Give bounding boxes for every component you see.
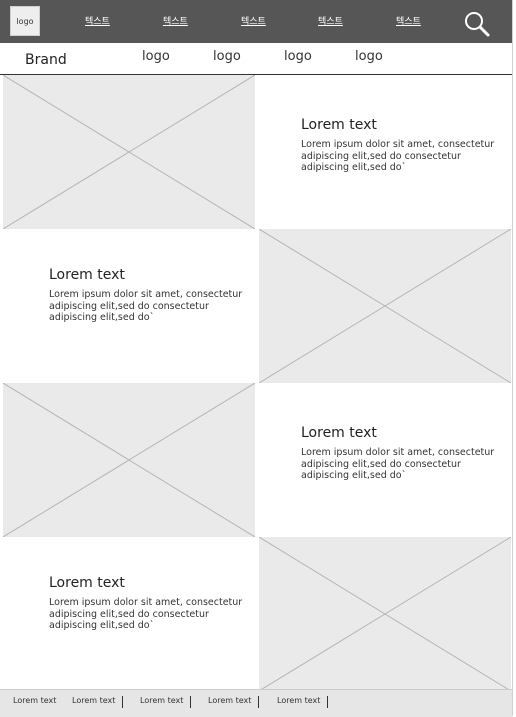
nav-link-1[interactable]: 텍스트 bbox=[85, 14, 110, 27]
partner-logo-1[interactable]: logo bbox=[142, 49, 170, 64]
content-row-2: Lorem text Lorem ipsum dolor sit amet, c… bbox=[0, 229, 512, 383]
footer-divider bbox=[327, 696, 328, 708]
nav-link-2[interactable]: 텍스트 bbox=[163, 14, 188, 27]
text-block: Lorem text Lorem ipsum dolor sit amet, c… bbox=[301, 117, 501, 174]
nav-link-3[interactable]: 텍스트 bbox=[241, 14, 266, 27]
page-edge-divider bbox=[512, 0, 513, 716]
header-logo[interactable]: logo bbox=[10, 6, 40, 36]
content-row-4: Lorem text Lorem ipsum dolor sit amet, c… bbox=[0, 537, 512, 691]
image-placeholder bbox=[259, 537, 511, 691]
partner-logo-2[interactable]: logo bbox=[213, 49, 241, 64]
partner-logo-4[interactable]: logo bbox=[355, 49, 383, 64]
section-title: Lorem text bbox=[49, 575, 125, 591]
section-body: Lorem ipsum dolor sit amet, consectetur … bbox=[301, 139, 495, 173]
footer-bar: Lorem text Lorem text Lorem text Lorem t… bbox=[0, 689, 512, 717]
footer-divider bbox=[258, 696, 259, 708]
footer-link-2[interactable]: Lorem text bbox=[72, 696, 115, 705]
search-icon[interactable] bbox=[463, 10, 491, 38]
nav-link-4[interactable]: 텍스트 bbox=[318, 14, 343, 27]
footer-divider bbox=[122, 696, 123, 708]
section-body: Lorem ipsum dolor sit amet, consectetur … bbox=[301, 447, 495, 481]
text-block: Lorem text Lorem ipsum dolor sit amet, c… bbox=[301, 425, 501, 482]
partner-logo-3[interactable]: logo bbox=[284, 49, 312, 64]
nav-link-5[interactable]: 텍스트 bbox=[396, 14, 421, 27]
footer-link-3[interactable]: Lorem text bbox=[140, 696, 183, 705]
text-block: Lorem text Lorem ipsum dolor sit amet, c… bbox=[49, 575, 249, 632]
content-row-3: Lorem text Lorem ipsum dolor sit amet, c… bbox=[0, 383, 512, 537]
brand-bar: Brand logo logo logo logo bbox=[0, 43, 512, 75]
footer-link-1[interactable]: Lorem text bbox=[13, 696, 56, 705]
section-title: Lorem text bbox=[301, 117, 377, 133]
section-title: Lorem text bbox=[301, 425, 377, 441]
footer-divider bbox=[190, 696, 191, 708]
image-placeholder bbox=[259, 229, 511, 383]
footer-link-5[interactable]: Lorem text bbox=[277, 696, 320, 705]
section-body: Lorem ipsum dolor sit amet, consectetur … bbox=[49, 289, 243, 323]
section-body: Lorem ipsum dolor sit amet, consectetur … bbox=[49, 597, 243, 631]
footer-link-4[interactable]: Lorem text bbox=[208, 696, 251, 705]
brand-name[interactable]: Brand bbox=[25, 52, 67, 68]
image-placeholder bbox=[3, 75, 255, 229]
section-title: Lorem text bbox=[49, 267, 125, 283]
text-block: Lorem text Lorem ipsum dolor sit amet, c… bbox=[49, 267, 249, 324]
image-placeholder bbox=[3, 383, 255, 537]
top-navigation-bar: logo 텍스트 텍스트 텍스트 텍스트 텍스트 bbox=[0, 0, 512, 43]
content-row-1: Lorem text Lorem ipsum dolor sit amet, c… bbox=[0, 75, 512, 229]
